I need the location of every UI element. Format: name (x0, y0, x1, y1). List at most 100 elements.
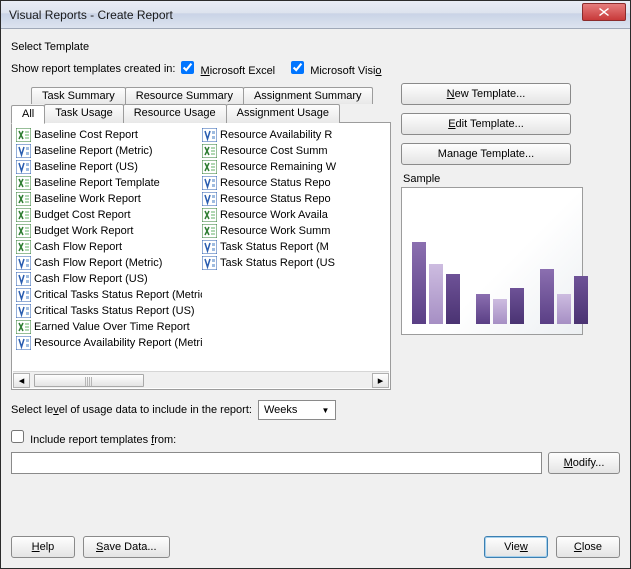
usage-level-value: Weeks (264, 404, 297, 416)
visio-icon (202, 240, 217, 254)
include-from-checkbox[interactable] (11, 430, 24, 443)
tab-assignment-summary[interactable]: Assignment Summary (243, 87, 373, 104)
excel-icon (202, 208, 217, 222)
list-item-label: Resource Work Summ (220, 225, 330, 237)
list-item[interactable]: Earned Value Over Time Report (16, 319, 202, 335)
list-item[interactable]: Resource Cost Summ (202, 143, 388, 159)
list-item[interactable]: Resource Status Repo (202, 175, 388, 191)
modify-button: Modify... (548, 452, 620, 474)
tab-resource-usage[interactable]: Resource Usage (123, 104, 227, 123)
list-item-label: Resource Remaining W (220, 161, 336, 173)
list-item-label: Baseline Work Report (34, 193, 141, 205)
excel-icon (16, 176, 31, 190)
list-item[interactable]: Baseline Report (US) (16, 159, 202, 175)
visio-icon (16, 256, 31, 270)
list-item-label: Cash Flow Report (US) (34, 273, 148, 285)
usage-level-combobox[interactable]: Weeks ▼ (258, 400, 336, 420)
list-item[interactable]: Task Status Report (M (202, 239, 388, 255)
titlebar: Visual Reports - Create Report (1, 1, 630, 29)
list-item[interactable]: Baseline Cost Report (16, 127, 202, 143)
list-item-label: Task Status Report (US (220, 257, 335, 269)
tab-task-summary[interactable]: Task Summary (31, 87, 126, 104)
list-item[interactable]: Critical Tasks Status Report (US) (16, 303, 202, 319)
list-item[interactable]: Baseline Report (Metric) (16, 143, 202, 159)
visio-icon (16, 160, 31, 174)
list-item[interactable]: Resource Availability Report (Metric) (16, 335, 202, 351)
list-item[interactable]: Cash Flow Report (Metric) (16, 255, 202, 271)
list-item-label: Resource Availability Report (Metric) (34, 337, 202, 349)
list-item-label: Resource Status Repo (220, 193, 331, 205)
excel-checkbox[interactable] (181, 61, 194, 74)
excel-checkbox-label[interactable]: Microsoft Excel (181, 61, 275, 77)
visio-checkbox-label[interactable]: Microsoft Visio (291, 61, 381, 77)
list-item-label: Resource Availability R (220, 129, 332, 141)
list-item-label: Baseline Report (Metric) (34, 145, 153, 157)
list-item-label: Earned Value Over Time Report (34, 321, 190, 333)
view-button[interactable]: View (484, 536, 548, 558)
usage-level-label: Select level of usage data to include in… (11, 404, 252, 416)
list-item[interactable]: Cash Flow Report (US) (16, 271, 202, 287)
close-window-button[interactable] (582, 3, 626, 21)
save-data-button[interactable]: Save Data... (83, 536, 170, 558)
include-from-path-input[interactable] (11, 452, 542, 474)
chevron-down-icon: ▼ (318, 403, 333, 417)
list-item-label: Resource Work Availa (220, 209, 328, 221)
list-item[interactable]: Task Status Report (US (202, 255, 388, 271)
window-title: Visual Reports - Create Report (1, 8, 173, 22)
excel-icon (202, 224, 217, 238)
excel-icon (16, 320, 31, 334)
help-button[interactable]: Help (11, 536, 75, 558)
excel-icon (202, 144, 217, 158)
tab-assignment-usage[interactable]: Assignment Usage (226, 104, 340, 123)
list-item-label: Cash Flow Report (34, 241, 122, 253)
new-template-button[interactable]: New Template... (401, 83, 571, 105)
close-button[interactable]: Close (556, 536, 620, 558)
list-item[interactable]: Resource Remaining W (202, 159, 388, 175)
list-item-label: Budget Work Report (34, 225, 133, 237)
include-from-label[interactable]: Include report templates from: (11, 430, 176, 446)
chart-bar (574, 276, 588, 324)
list-item[interactable]: Budget Work Report (16, 223, 202, 239)
excel-icon (16, 240, 31, 254)
scroll-thumb[interactable] (34, 374, 144, 387)
list-item[interactable]: Resource Availability R (202, 127, 388, 143)
tab-task-usage[interactable]: Task Usage (44, 104, 123, 123)
list-item-label: Task Status Report (M (220, 241, 329, 253)
list-item[interactable]: Baseline Work Report (16, 191, 202, 207)
chart-bar (476, 294, 490, 324)
list-item[interactable]: Cash Flow Report (16, 239, 202, 255)
chart-bar (557, 294, 571, 324)
list-item[interactable]: Resource Work Availa (202, 207, 388, 223)
visio-icon (16, 288, 31, 302)
template-list[interactable]: Baseline Cost Report Baseline Report (Met… (11, 122, 391, 390)
show-templates-label: Show report templates created in: (11, 63, 175, 75)
select-template-label: Select Template (11, 41, 620, 53)
visio-icon (202, 192, 217, 206)
manage-template-button[interactable]: Manage Template... (401, 143, 571, 165)
chart-bar (540, 269, 554, 324)
scroll-left-button[interactable]: ◂ (13, 373, 30, 388)
scroll-right-button[interactable]: ▸ (372, 373, 389, 388)
visio-icon (16, 304, 31, 318)
sample-preview (401, 187, 583, 335)
visio-icon (16, 336, 31, 350)
list-item-label: Resource Status Repo (220, 177, 331, 189)
list-item[interactable]: Resource Work Summ (202, 223, 388, 239)
list-item[interactable]: Baseline Report Template (16, 175, 202, 191)
list-item-label: Baseline Report Template (34, 177, 160, 189)
list-item[interactable]: Critical Tasks Status Report (Metric) (16, 287, 202, 303)
visio-icon (16, 272, 31, 286)
edit-template-button[interactable]: Edit Template... (401, 113, 571, 135)
tab-all[interactable]: All (11, 105, 45, 124)
visio-icon (202, 128, 217, 142)
list-item[interactable]: Resource Status Repo (202, 191, 388, 207)
excel-icon (16, 224, 31, 238)
tab-resource-summary[interactable]: Resource Summary (125, 87, 244, 104)
horizontal-scrollbar[interactable]: ◂ ▸ (13, 371, 389, 388)
list-item-label: Resource Cost Summ (220, 145, 328, 157)
visio-checkbox[interactable] (291, 61, 304, 74)
list-item-label: Baseline Report (US) (34, 161, 138, 173)
chart-bar (446, 274, 460, 324)
list-item[interactable]: Budget Cost Report (16, 207, 202, 223)
visio-icon (202, 176, 217, 190)
